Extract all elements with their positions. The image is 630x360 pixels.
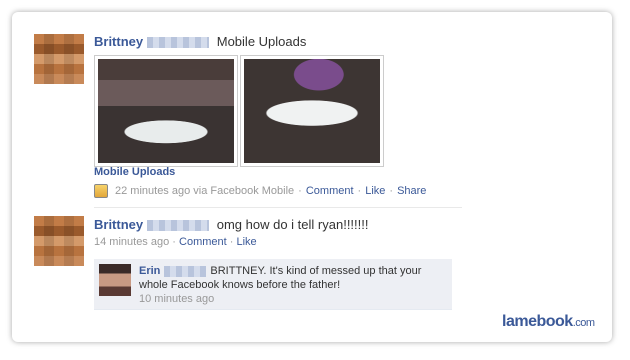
comment-author-link[interactable]: Erin [139, 265, 160, 277]
comment-link[interactable]: Comment [306, 185, 354, 197]
separator: · [172, 236, 176, 248]
author-link[interactable]: Brittney [94, 34, 143, 49]
album-link[interactable]: Mobile Uploads [94, 166, 175, 178]
share-link[interactable]: Share [397, 185, 426, 197]
comment-link[interactable]: Comment [179, 236, 227, 248]
divider [94, 207, 462, 208]
feed-card: Brittney Mobile Uploads Mobile Uploads 2… [12, 12, 612, 342]
post-meta: 22 minutes ago via Facebook Mobile · Com… [94, 184, 426, 198]
comment-text: Erin BRITTNEY. It's kind of messed up tha… [139, 264, 444, 292]
censored-surname [147, 37, 210, 49]
post-time: 22 minutes ago via Facebook Mobile [115, 185, 295, 197]
comment-block: Erin BRITTNEY. It's kind of messed up tha… [94, 259, 452, 310]
like-link[interactable]: Like [237, 236, 257, 248]
censored-surname [164, 265, 207, 277]
status-time: 14 minutes ago [94, 236, 170, 248]
separator: · [389, 185, 394, 197]
separator: · [298, 185, 302, 197]
separator: · [229, 236, 234, 248]
comment-time: 10 minutes ago [139, 293, 215, 305]
status-meta: 14 minutes ago · Comment · Like [94, 236, 257, 248]
mobile-icon [94, 184, 108, 198]
brittney-avatar[interactable] [34, 216, 84, 266]
censored-surname [147, 220, 210, 232]
brittney-avatar[interactable] [34, 34, 84, 84]
like-link[interactable]: Like [365, 185, 385, 197]
status-message: omg how do i tell ryan!!!!!!! [216, 217, 369, 232]
pregnancy-test-photo [98, 59, 234, 163]
erin-avatar[interactable] [99, 264, 131, 296]
story-text: Mobile Uploads [216, 34, 307, 49]
pregnancy-test-photo [244, 59, 380, 163]
logo-name: lamebook [502, 313, 573, 330]
photo-thumbnail-1[interactable] [94, 55, 238, 167]
photo-thumbnail-2[interactable] [240, 55, 384, 167]
logo-suffix: .com [572, 317, 595, 329]
separator: · [357, 185, 362, 197]
lamebook-logo: lamebook.com [502, 313, 595, 331]
author-link[interactable]: Brittney [94, 217, 143, 232]
status-header: Brittney omg how do i tell ryan!!!!!!! [94, 217, 368, 232]
post-header: Brittney Mobile Uploads [94, 34, 306, 49]
